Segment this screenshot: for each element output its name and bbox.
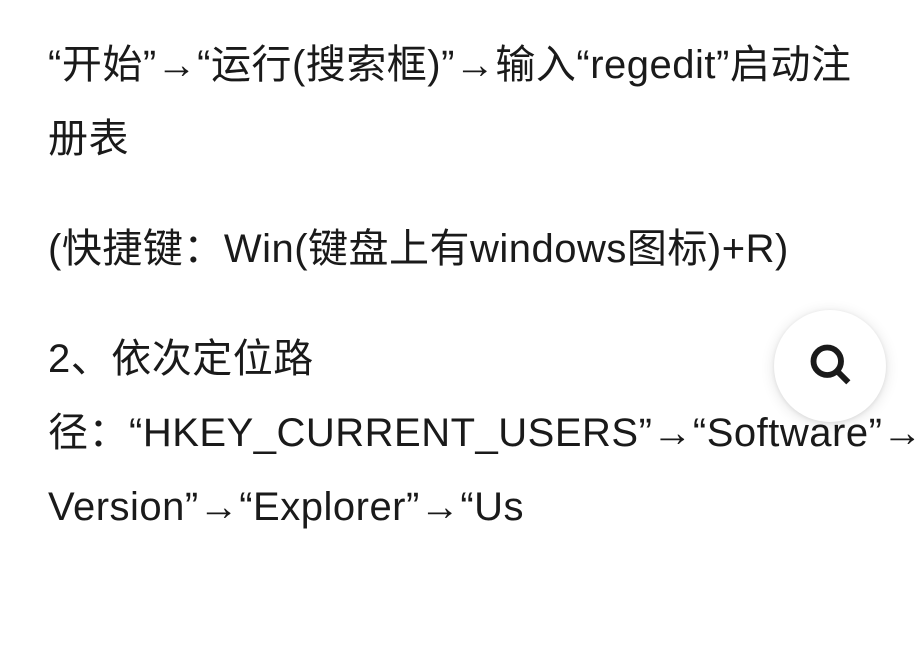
- search-button[interactable]: [774, 310, 886, 422]
- paragraph-shortcut: (快捷键：Win(键盘上有windows图标)+R): [48, 212, 876, 286]
- search-icon: [808, 342, 852, 391]
- paragraph-step-regedit: “开始”→“运行(搜索框)”→输入“regedit”启动注册表: [48, 28, 876, 176]
- article-body: “开始”→“运行(搜索框)”→输入“regedit”启动注册表 (快捷键：Win…: [0, 28, 924, 544]
- paragraph-step-path: 2、依次定位路径：“HKEY_CURRENT_USERS”→“Software”…: [48, 322, 876, 544]
